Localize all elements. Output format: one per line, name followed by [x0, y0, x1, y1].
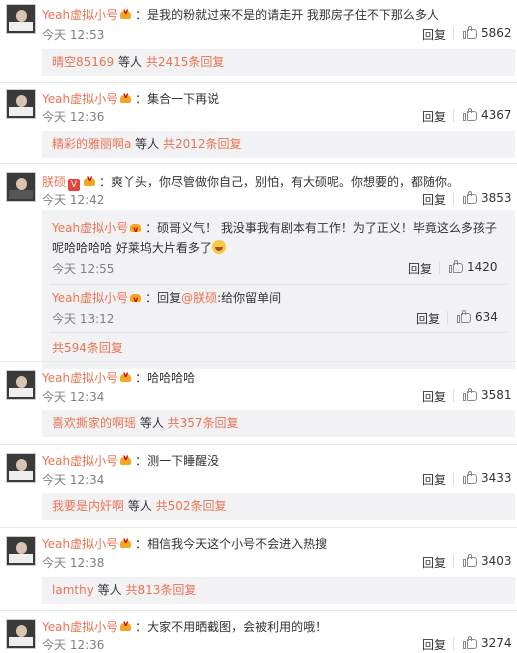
reply-count-link[interactable]: 共502条回复 [156, 499, 227, 513]
reply-button[interactable]: 回复 [422, 108, 446, 125]
comment-time: 今天 12:34 [42, 473, 105, 487]
reply-count-link[interactable]: 共813条回复 [125, 583, 196, 597]
thumbs-up-icon [463, 108, 477, 121]
avatar[interactable] [6, 619, 36, 649]
reply-count-link[interactable]: 共2415条回复 [146, 55, 225, 69]
like-button[interactable]: 3853 [463, 191, 512, 205]
reply-button[interactable]: 回复 [422, 388, 446, 405]
reply-count-link[interactable]: 共594条回复 [52, 339, 123, 356]
comment-author[interactable]: 朕硕 [42, 175, 66, 189]
comment-time: 今天 12:36 [42, 638, 105, 652]
avatar[interactable] [6, 89, 36, 119]
comment-author[interactable]: Yeah虚拟小号 [42, 454, 118, 468]
comment-text: ：相信我今天这个小号不会进入热搜 [135, 537, 328, 551]
comment-text: ：爽丫头，你尽管做你自己，别怕，有大硕呢。你想要的，都随你。 [99, 175, 460, 189]
reply-user-link[interactable]: lamthy [52, 583, 94, 597]
crown-icon [130, 290, 143, 310]
laughing-emoji-icon [211, 240, 226, 254]
reply-button[interactable]: 回复 [408, 260, 432, 277]
reply-panel: Yeah虚拟小号：硕哥义气！ 我没事我有剧本有工作！为了正义！毕竟这么多孩子呢哈… [42, 210, 515, 369]
crown-icon [120, 453, 133, 466]
thumbs-up-icon [463, 191, 477, 204]
avatar[interactable] [6, 453, 36, 483]
comment-text: ：大家不用晒截图，会被利用的哦！ [135, 620, 328, 634]
reply-summary[interactable]: lamthy 等人 共813条回复 [42, 577, 515, 604]
crown-icon [130, 220, 143, 240]
reply-button[interactable]: 回复 [422, 471, 446, 488]
reply-user-link[interactable]: 精彩的雅丽啊a [52, 137, 131, 151]
reply-button[interactable]: 回复 [422, 636, 446, 653]
thumbs-up-icon [463, 388, 477, 401]
thumbs-up-icon [449, 260, 463, 273]
thumbs-up-icon [463, 471, 477, 484]
comment-time: 今天 12:38 [42, 556, 105, 570]
comment-author[interactable]: Yeah虚拟小号 [42, 537, 118, 551]
crown-icon [120, 7, 133, 20]
thumbs-up-icon [463, 26, 477, 39]
reply-text: :给你留单间 [217, 291, 282, 305]
reply-button[interactable]: 回复 [416, 310, 440, 327]
comment-author[interactable]: Yeah虚拟小号 [42, 8, 118, 22]
avatar[interactable] [6, 370, 36, 400]
like-button[interactable]: 3403 [463, 554, 512, 568]
comment-author[interactable]: Yeah虚拟小号 [42, 371, 118, 385]
reply-button[interactable]: 回复 [422, 554, 446, 571]
comment-text: ：哈哈哈哈 [135, 371, 196, 385]
avatar[interactable] [6, 4, 36, 34]
comment-time: 今天 12:53 [42, 28, 105, 42]
like-button[interactable]: 3581 [463, 388, 512, 402]
v-badge-icon: V [68, 179, 81, 191]
reply-summary[interactable]: 晴空85169 等人 共2415条回复 [42, 49, 515, 76]
like-button[interactable]: 3433 [463, 471, 512, 485]
comment-text: ：集合一下再说 [135, 92, 220, 106]
like-button[interactable]: 3274 [463, 636, 512, 650]
reply-user-link[interactable]: 喜欢撕家的啊瑶 [52, 416, 136, 430]
comment-time: 今天 12:34 [42, 390, 105, 404]
reply-summary[interactable]: 喜欢撕家的啊瑶 等人 共357条回复 [42, 410, 515, 437]
reply-author[interactable]: Yeah虚拟小号 [52, 291, 128, 305]
reply-time: 今天 12:55 [52, 262, 115, 276]
reply-button[interactable]: 回复 [422, 191, 446, 208]
reply-button[interactable]: 回复 [422, 26, 446, 43]
comment-author[interactable]: Yeah虚拟小号 [42, 92, 118, 106]
reply-summary[interactable]: 精彩的雅丽啊a 等人 共2012条回复 [42, 131, 515, 158]
reply-count-link[interactable]: 共357条回复 [168, 416, 239, 430]
comment-time: 今天 12:36 [42, 110, 105, 124]
mention-link[interactable]: @朕硕 [181, 291, 217, 305]
comment-author[interactable]: Yeah虚拟小号 [42, 620, 118, 634]
thumbs-up-icon [463, 636, 477, 649]
reply-time: 今天 13:12 [52, 312, 115, 326]
crown-icon [120, 536, 133, 549]
reply-count-link[interactable]: 共2012条回复 [163, 137, 242, 151]
thumbs-up-icon [463, 554, 477, 567]
like-button[interactable]: 4367 [463, 108, 512, 122]
reply-user-link[interactable]: 我要是内奸啊 [52, 499, 124, 513]
reply-author[interactable]: Yeah虚拟小号 [52, 221, 128, 235]
reply-user-link[interactable]: 晴空85169 [52, 55, 114, 69]
comment-time: 今天 12:42 [42, 193, 105, 207]
crown-icon [120, 91, 133, 104]
comment-text: ：测一下睡醒没 [135, 454, 220, 468]
crown-icon [120, 619, 133, 632]
avatar[interactable] [6, 536, 36, 566]
reply-summary[interactable]: 我要是内奸啊 等人 共502条回复 [42, 493, 515, 520]
thumbs-up-icon [457, 310, 471, 323]
crown-icon [120, 370, 133, 383]
avatar[interactable] [6, 172, 36, 202]
like-button[interactable]: 1420 [449, 260, 498, 274]
like-button[interactable]: 634 [457, 310, 498, 324]
crown-icon [84, 174, 97, 187]
like-button[interactable]: 5862 [463, 26, 512, 40]
comment-text: ：是我的粉就过来不是的请走开 我那房子住不下那么多人 [135, 8, 439, 22]
